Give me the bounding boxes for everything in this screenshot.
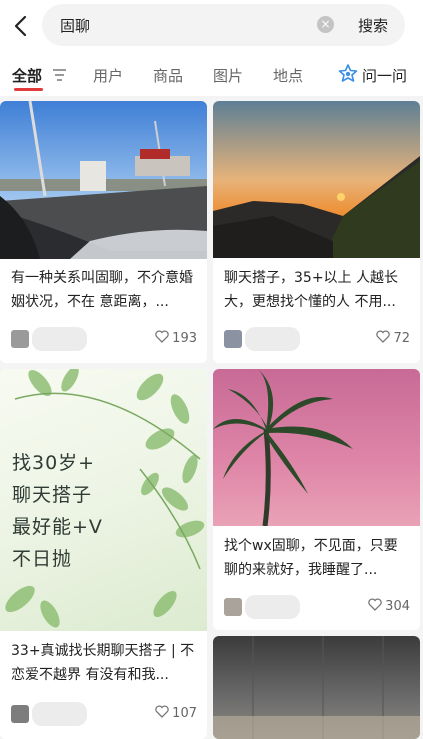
poster-line: 找30岁+ — [12, 452, 96, 474]
post-title[interactable]: 聊天搭子，35+以上 人越长大，更想找个懂的人 不用... — [224, 266, 409, 314]
tab-images[interactable]: 图片 — [213, 65, 243, 86]
tab-places[interactable]: 地点 — [273, 65, 303, 86]
post-card[interactable]: 找个wx固聊，不见面，只要聊的来就好，我睡醒了... 304 — [213, 369, 420, 630]
search-query-text[interactable]: 固聊 — [60, 15, 90, 36]
filter-tabs: 全部 用户 商品 图片 地点 问一问 — [0, 58, 423, 96]
author-avatar[interactable] — [224, 330, 242, 348]
post-image-sunset — [213, 101, 420, 258]
tab-all[interactable]: 全部 — [12, 65, 42, 86]
author-name-blurred — [245, 595, 300, 619]
heart-icon — [155, 330, 169, 343]
search-input[interactable]: 固聊 × 搜索 — [42, 4, 405, 46]
back-arrow-icon[interactable] — [10, 13, 32, 39]
active-tab-indicator — [14, 88, 43, 91]
like-count[interactable]: 72 — [376, 330, 410, 346]
search-button[interactable]: 搜索 — [358, 15, 388, 36]
post-title[interactable]: 找个wx固聊，不见面，只要聊的来就好，我睡醒了... — [224, 534, 409, 582]
post-image-poster: 找30岁+ 聊天搭子 最好能+V 不日抛 — [0, 369, 207, 631]
post-image-palm-tree — [213, 369, 420, 526]
post-image-interior — [213, 636, 420, 739]
tab-products[interactable]: 商品 — [153, 65, 183, 86]
like-count[interactable]: 107 — [155, 705, 197, 721]
like-count[interactable]: 304 — [368, 598, 410, 614]
like-count-value: 304 — [385, 599, 410, 614]
post-card[interactable]: 找30岁+ 聊天搭子 最好能+V 不日抛 33+真诚找长期聊天搭子 | 不恋爱不… — [0, 369, 207, 739]
author-avatar[interactable] — [11, 705, 29, 723]
post-title[interactable]: 有一种关系叫固聊，不介意婚姻状况，不在 意距离，... — [11, 266, 196, 314]
poster-line: 不日抛 — [12, 548, 73, 570]
poster-line: 聊天搭子 — [12, 484, 93, 506]
clear-search-icon[interactable]: × — [317, 16, 334, 33]
ask-sparkle-icon — [338, 64, 358, 82]
heart-icon — [376, 330, 391, 343]
ask-label: 问一问 — [362, 67, 408, 85]
author-avatar[interactable] — [11, 330, 29, 348]
filter-icon[interactable] — [52, 68, 67, 82]
search-header: 固聊 × 搜索 — [0, 0, 423, 58]
like-count-value: 72 — [393, 331, 410, 346]
post-card[interactable]: 有一种关系叫固聊，不介意婚姻状况，不在 意距离，... 193 — [0, 101, 207, 363]
like-count[interactable]: 193 — [155, 330, 197, 346]
post-title[interactable]: 33+真诚找长期聊天搭子 | 不恋爱不越界 有没有和我... — [11, 639, 196, 687]
author-name-blurred — [32, 327, 87, 351]
post-card[interactable] — [213, 636, 420, 739]
heart-icon — [155, 705, 169, 718]
author-avatar[interactable] — [224, 598, 242, 616]
author-name-blurred — [245, 327, 300, 351]
author-name-blurred — [32, 702, 87, 726]
poster-line: 最好能+V — [12, 516, 103, 538]
post-card[interactable]: 聊天搭子，35+以上 人越长大，更想找个懂的人 不用... 72 — [213, 101, 420, 363]
like-count-value: 107 — [172, 706, 197, 721]
post-image-highway — [0, 101, 207, 259]
like-count-value: 193 — [172, 331, 197, 346]
heart-icon — [368, 598, 382, 611]
tab-users[interactable]: 用户 — [93, 65, 123, 86]
